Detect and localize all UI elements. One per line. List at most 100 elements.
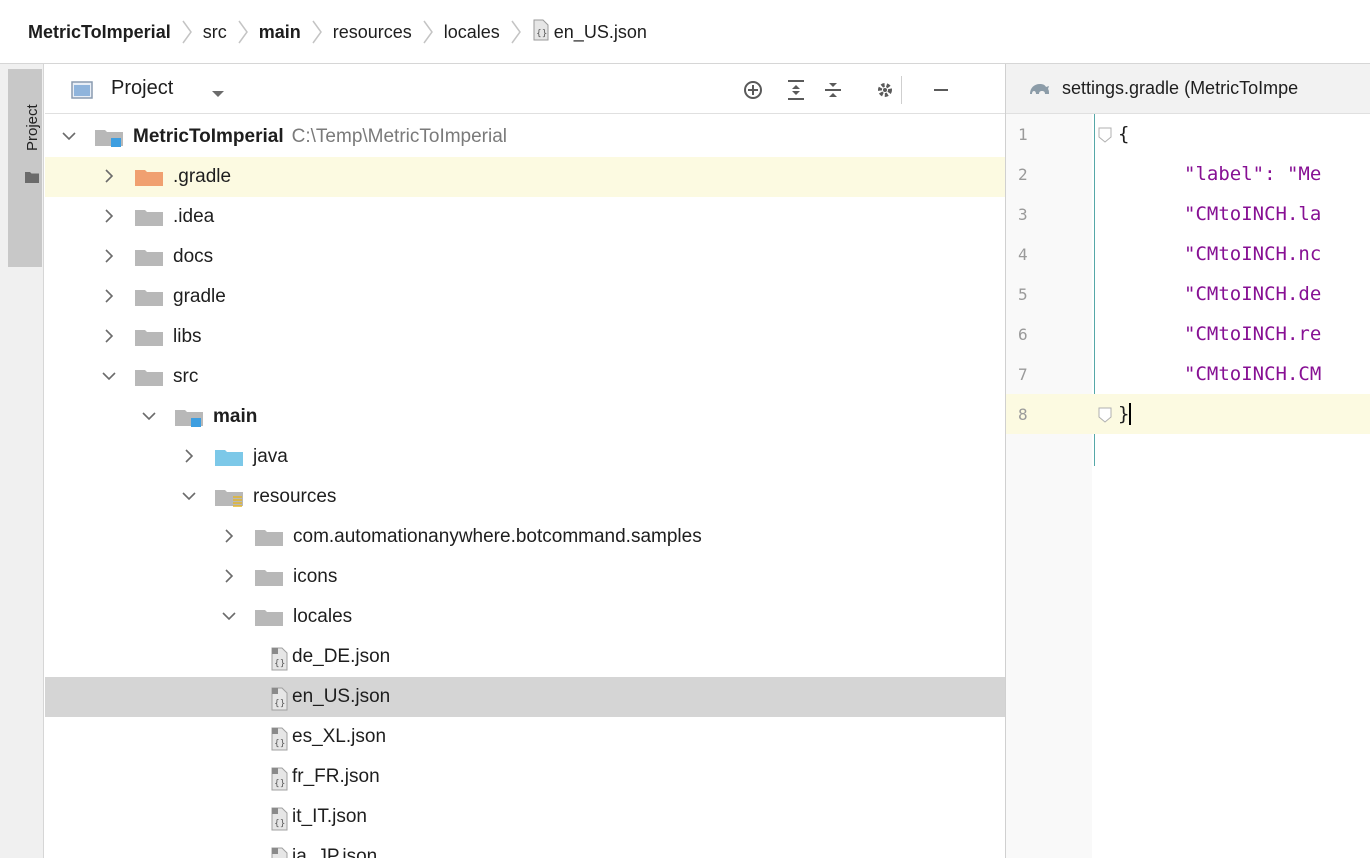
code-line[interactable]: "CMtoINCH.re <box>1006 314 1370 354</box>
tree-node[interactable]: gradle <box>45 277 1005 317</box>
line-number: 3 <box>1018 205 1028 224</box>
svg-text:{}: {} <box>274 819 285 829</box>
breadcrumb-separator <box>236 19 250 45</box>
folder-icon <box>255 567 285 595</box>
tree-node[interactable]: src <box>45 357 1005 397</box>
code-editor[interactable]: {1 "label": "Me 2 "CMtoINCH.la 3 "CMtoINCH.nc… <box>1006 114 1370 858</box>
code-line[interactable]: "label": "Me <box>1006 154 1370 194</box>
module-folder-icon <box>175 407 205 435</box>
fold-marker-icon[interactable] <box>1098 406 1112 428</box>
tree-node-label: main <box>213 406 257 428</box>
project-tab-label: Project <box>24 104 41 151</box>
module-folder-icon <box>95 127 125 155</box>
breadcrumb-item[interactable]: resources <box>333 22 412 43</box>
tree-node-name: icons <box>293 566 338 587</box>
project-view-icon <box>71 81 93 104</box>
editor-tab[interactable]: settings.gradle (MetricToImpe <box>1006 64 1370 114</box>
tree-node-label: icons <box>293 566 337 588</box>
code-line[interactable]: } <box>1006 394 1370 434</box>
chevron-right-icon[interactable] <box>221 568 237 584</box>
tree-node-name: main <box>213 406 258 427</box>
code-text: { <box>1118 123 1130 145</box>
svg-text:{}: {} <box>274 739 285 749</box>
gradle-icon <box>1028 80 1052 101</box>
tree-node[interactable]: main <box>45 397 1005 437</box>
tree-node[interactable]: MetricToImperial C:\Temp\MetricToImperial <box>45 117 1005 157</box>
collapse-all-icon[interactable] <box>820 77 846 103</box>
tree-node[interactable]: locales <box>45 597 1005 637</box>
tree-node[interactable]: {} it_IT.json <box>45 797 1005 837</box>
chevron-down-icon[interactable] <box>61 128 77 144</box>
chevron-down-icon[interactable] <box>181 488 197 504</box>
chevron-right-icon[interactable] <box>101 248 117 264</box>
chevron-down-icon[interactable] <box>101 368 117 384</box>
chevron-down-icon[interactable] <box>141 408 157 424</box>
line-number: 2 <box>1018 165 1028 184</box>
chevron-right-icon[interactable] <box>101 168 117 184</box>
line-number: 1 <box>1018 125 1028 144</box>
tree-node-label: gradle <box>173 286 226 308</box>
code-text: "CMtoINCH.de <box>1184 283 1322 305</box>
chevron-right-icon[interactable] <box>221 528 237 544</box>
expand-all-icon[interactable] <box>783 77 809 103</box>
breadcrumb-label: src <box>202 21 227 42</box>
svg-text:{}: {} <box>274 699 285 709</box>
tree-node[interactable]: {} de_DE.json <box>45 637 1005 677</box>
code-line[interactable]: "CMtoINCH.CM <box>1006 354 1370 394</box>
tree-node[interactable]: .gradle <box>45 157 1005 197</box>
code-line[interactable]: { <box>1006 114 1370 154</box>
tree-node-name: ja_JP.json <box>292 846 378 858</box>
code-line[interactable]: "CMtoINCH.la <box>1006 194 1370 234</box>
chevron-down-icon[interactable] <box>211 86 225 104</box>
json-file-icon: {} <box>532 19 550 46</box>
tree-node[interactable]: java <box>45 437 1005 477</box>
chevron-right-icon[interactable] <box>101 288 117 304</box>
folder-excluded-icon <box>135 167 165 195</box>
line-number: 8 <box>1018 405 1028 424</box>
tree-node-path: C:\Temp\MetricToImperial <box>291 126 508 147</box>
project-tool-window-tab[interactable]: Project <box>8 69 42 267</box>
code-line[interactable]: "CMtoINCH.nc <box>1006 234 1370 274</box>
gear-icon[interactable] <box>872 77 898 103</box>
tree-node[interactable]: resources <box>45 477 1005 517</box>
json-file-icon: {} <box>269 647 291 677</box>
breadcrumb-item[interactable]: {} en_US.json <box>532 19 647 46</box>
chevron-down-icon[interactable] <box>221 608 237 624</box>
breadcrumb-item[interactable]: locales <box>444 22 500 43</box>
folder-icon <box>135 327 165 355</box>
tree-node[interactable]: docs <box>45 237 1005 277</box>
breadcrumb-item[interactable]: src <box>203 22 227 43</box>
tree-node[interactable]: {} fr_FR.json <box>45 757 1005 797</box>
chevron-right-icon[interactable] <box>101 328 117 344</box>
folder-icon <box>135 247 165 275</box>
tree-node[interactable]: icons <box>45 557 1005 597</box>
minimize-icon[interactable] <box>928 77 954 103</box>
chevron-right-icon[interactable] <box>101 208 117 224</box>
breadcrumb-label: resources <box>332 21 412 42</box>
tree-node-label: ja_JP.json <box>292 846 377 858</box>
tree-node[interactable]: com.automationanywhere.botcommand.sample… <box>45 517 1005 557</box>
tree-node-name: locales <box>293 606 353 627</box>
json-file-icon: {} <box>269 767 291 797</box>
left-tool-strip: Project <box>0 64 44 858</box>
locate-icon[interactable] <box>740 77 766 103</box>
tree-node[interactable]: libs <box>45 317 1005 357</box>
breadcrumb-item[interactable]: main <box>259 22 301 43</box>
tree-node[interactable]: {} es_XL.json <box>45 717 1005 757</box>
project-view-selector[interactable]: Project <box>111 77 173 100</box>
code-text: "CMtoINCH.nc <box>1184 243 1322 265</box>
code-line[interactable]: "CMtoINCH.de <box>1006 274 1370 314</box>
folder-icon <box>135 287 165 315</box>
svg-text:{}: {} <box>274 779 285 789</box>
chevron-right-icon[interactable] <box>181 448 197 464</box>
tree-node[interactable]: .idea <box>45 197 1005 237</box>
breadcrumb-item[interactable]: MetricToImperial <box>28 22 171 43</box>
breadcrumb-label: MetricToImperial <box>28 21 171 42</box>
tree-node-label: src <box>173 366 198 388</box>
fold-marker-icon[interactable] <box>1098 126 1112 148</box>
tree-node[interactable]: {}ja_JP.json <box>45 837 1005 858</box>
tree-node-label: it_IT.json <box>292 806 367 828</box>
tree-node-label: locales <box>293 606 352 628</box>
breadcrumb-separator <box>180 19 194 45</box>
tree-node[interactable]: {} en_US.json <box>45 677 1005 717</box>
